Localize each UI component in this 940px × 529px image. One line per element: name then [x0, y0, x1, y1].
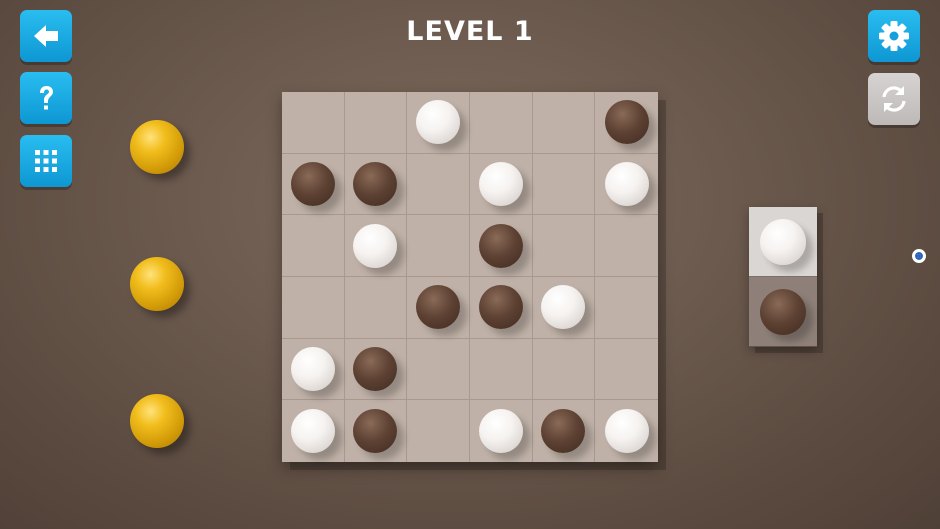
- board-cell[interactable]: [470, 400, 533, 462]
- black-ball: [290, 161, 335, 206]
- board-cell[interactable]: [344, 215, 408, 277]
- black-ball: [416, 285, 461, 330]
- board-cell[interactable]: [407, 400, 470, 462]
- board-cell[interactable]: [595, 277, 658, 339]
- refresh-icon: [882, 86, 906, 112]
- black-ball: [353, 409, 398, 454]
- board-cell[interactable]: [282, 153, 345, 216]
- white-ball: [604, 409, 649, 454]
- white-ball: [290, 409, 335, 454]
- help-button[interactable]: [20, 72, 72, 124]
- white-ball: [416, 100, 461, 145]
- star-3: [130, 394, 184, 448]
- board-cell[interactable]: [595, 215, 658, 277]
- board-cell[interactable]: [470, 92, 533, 154]
- next-piece-top-cell: [749, 207, 817, 276]
- white-ball: [290, 346, 335, 391]
- board-cell[interactable]: [595, 339, 658, 401]
- board-cell[interactable]: [470, 215, 533, 277]
- settings-button[interactable]: [868, 10, 920, 62]
- board-cell[interactable]: [407, 153, 470, 216]
- black-ball: [604, 100, 649, 145]
- black-ball: [541, 409, 586, 454]
- next-piece-top-ball: [760, 218, 806, 265]
- board-cell[interactable]: [345, 400, 408, 462]
- back-button[interactable]: [20, 10, 72, 62]
- black-ball: [353, 346, 398, 391]
- white-ball: [541, 285, 586, 330]
- board-cell[interactable]: [344, 277, 408, 339]
- board-cell[interactable]: [595, 400, 658, 462]
- board-cell[interactable]: [282, 338, 345, 401]
- game-board[interactable]: [282, 92, 658, 462]
- board-cell[interactable]: [407, 338, 470, 401]
- board-cell[interactable]: [282, 400, 345, 462]
- black-ball: [478, 285, 523, 330]
- board-cell[interactable]: [470, 277, 533, 339]
- board-cell[interactable]: [344, 92, 408, 154]
- black-ball: [353, 161, 398, 206]
- black-ball: [478, 223, 523, 268]
- white-ball: [478, 409, 523, 454]
- board-cell[interactable]: [532, 338, 596, 401]
- back-arrow-icon: [34, 25, 58, 47]
- board-cell[interactable]: [532, 277, 596, 339]
- grid-icon: [35, 150, 57, 172]
- board-cell[interactable]: [407, 92, 470, 154]
- board-cell[interactable]: [282, 277, 345, 339]
- question-mark-icon: [40, 86, 53, 110]
- board-cell[interactable]: [344, 338, 408, 401]
- next-piece[interactable]: [749, 207, 817, 347]
- levels-grid-button[interactable]: [20, 135, 72, 187]
- gear-icon: [879, 21, 909, 51]
- board-cell[interactable]: [595, 92, 658, 154]
- next-piece-bottom-cell: [749, 276, 817, 346]
- board-cell[interactable]: [282, 215, 345, 277]
- board-cell[interactable]: [470, 153, 533, 216]
- board-cell[interactable]: [595, 154, 658, 216]
- star-2: [130, 257, 184, 311]
- board-cell[interactable]: [282, 92, 345, 154]
- star-1: [130, 120, 184, 174]
- board-cell[interactable]: [344, 153, 408, 216]
- board-cell[interactable]: [407, 215, 470, 277]
- white-ball: [604, 161, 649, 206]
- indicator-dot: [912, 249, 926, 263]
- board-cell[interactable]: [532, 153, 596, 216]
- board-cell[interactable]: [532, 215, 596, 277]
- board-cell[interactable]: [470, 338, 533, 401]
- level-title: LEVEL 1: [406, 16, 534, 47]
- board-cell[interactable]: [532, 92, 596, 154]
- restart-button[interactable]: [868, 73, 920, 125]
- board-cell[interactable]: [407, 277, 470, 339]
- white-ball: [478, 161, 523, 206]
- next-piece-bottom-ball: [760, 288, 806, 335]
- board-cell[interactable]: [533, 400, 596, 462]
- white-ball: [353, 223, 398, 268]
